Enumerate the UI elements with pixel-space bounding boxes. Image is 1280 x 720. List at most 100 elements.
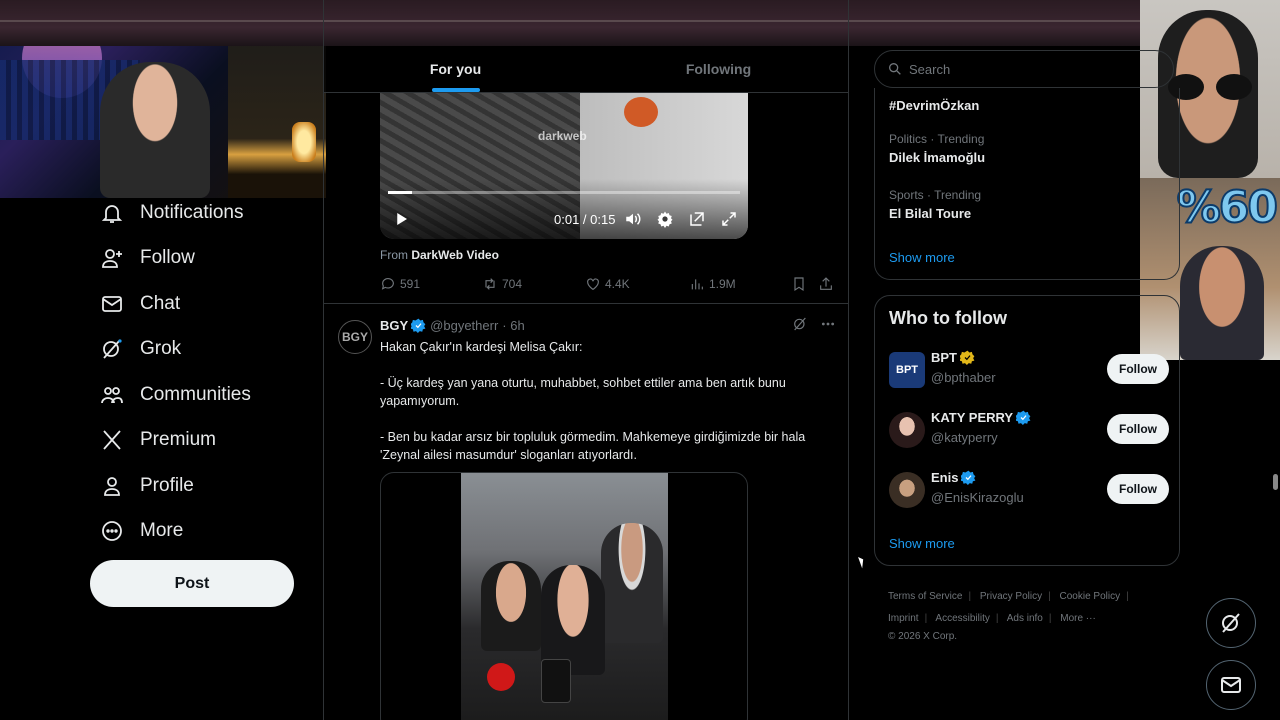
footer-link[interactable]: Ads info (1007, 613, 1043, 624)
footer-link[interactable]: Cookie Policy (1060, 591, 1121, 602)
follow-button[interactable]: Follow (1107, 414, 1169, 444)
tweet-author-handle[interactable]: @bgyetherr (430, 318, 498, 333)
account-handle: @EnisKirazoglu (931, 490, 1024, 505)
footer-link[interactable]: Imprint (888, 613, 919, 624)
person-add-icon (102, 249, 122, 269)
avatar[interactable]: BGY (338, 320, 372, 354)
share-button[interactable] (818, 276, 838, 292)
avatar[interactable]: BPT (889, 352, 925, 388)
tweet-author-name[interactable]: BGY (380, 318, 408, 333)
nav-item-communities[interactable]: Communities (90, 372, 310, 418)
tweet-header: BGY @bgyetherr · 6h (380, 318, 525, 333)
tweet-video[interactable]: darkweb 0:01 / 0:15 (380, 93, 748, 239)
photo-microphone (487, 663, 515, 691)
envelope-icon (102, 295, 122, 312)
nav-item-label: Premium (140, 429, 217, 451)
follow-button[interactable]: Follow (1107, 354, 1169, 384)
footer: Terms of Service | Privacy Policy | Cookie… (888, 586, 1188, 644)
bookmark-icon (794, 277, 804, 292)
trend-name: Dilek İmamoğlu (889, 150, 986, 165)
pip-button[interactable] (688, 209, 706, 229)
footer-link[interactable]: Accessibility (935, 613, 989, 624)
account-name[interactable]: KATY PERRY (931, 410, 1031, 425)
volume-button[interactable] (624, 209, 642, 229)
nav-item-label: More (140, 520, 184, 542)
video-source-link[interactable]: DarkWeb Video (411, 248, 499, 262)
mouse-cursor (858, 555, 866, 569)
settings-button[interactable] (656, 209, 674, 229)
tab-for-you[interactable]: For you (324, 46, 587, 92)
footer-row: Terms of Service | Privacy Policy | Cookie… (888, 591, 1129, 602)
footer-link[interactable]: Privacy Policy (980, 591, 1042, 602)
repost-button[interactable]: 704 (482, 276, 522, 292)
post-button[interactable]: Post (90, 560, 294, 607)
account-handle: @katyperry (931, 430, 998, 445)
timeline-tabs: For you Following (324, 46, 848, 93)
scrollbar-thumb[interactable] (1273, 474, 1278, 490)
tweet-header-icons (792, 316, 836, 332)
overlay-politician (1180, 246, 1264, 360)
tweet-photo[interactable] (380, 472, 748, 720)
video-progress-fill (388, 191, 412, 194)
play-icon (397, 213, 407, 225)
more-horizontal-icon[interactable] (820, 316, 836, 332)
play-button[interactable] (392, 209, 410, 229)
repost-count: 704 (502, 277, 523, 291)
account-name-text: BPT (931, 350, 957, 365)
avatar[interactable] (889, 412, 925, 448)
nav-item-follow[interactable]: Follow (90, 236, 310, 282)
search-box[interactable] (874, 50, 1174, 88)
trend-item[interactable]: #DevrimÖzkan (889, 94, 979, 113)
footer-link[interactable]: More ··· (1060, 613, 1096, 624)
like-button[interactable]: 4.4K (585, 276, 630, 292)
nav-item-notifications[interactable]: Notifications (90, 190, 310, 236)
fullscreen-button[interactable] (720, 209, 738, 229)
video-progress-bar[interactable] (388, 191, 740, 194)
verified-gold-badge-icon (960, 350, 975, 365)
grok-fab-button[interactable] (1206, 598, 1256, 648)
account-name-text: Enis (931, 470, 959, 485)
who-to-follow-panel: Who to follow BPT BPT @bpthaber Follow K… (874, 295, 1180, 566)
nav-item-profile[interactable]: Profile (90, 463, 310, 509)
follow-suggestion[interactable]: BPT BPT @bpthaber Follow (889, 348, 1169, 392)
follow-suggestion[interactable]: Enis @EnisKirazoglu Follow (889, 468, 1169, 512)
overlay-poll-text: %60 (1176, 181, 1279, 234)
trends-show-more-link[interactable]: Show more (889, 250, 955, 265)
grok-icon (1222, 613, 1240, 633)
who-to-follow-show-more-link[interactable]: Show more (889, 536, 955, 551)
trend-name: El Bilal Toure (889, 206, 972, 221)
reply-icon (381, 278, 394, 290)
nav-item-label: Follow (140, 247, 195, 269)
search-input[interactable] (909, 61, 1129, 77)
timeline[interactable]: For you Following darkweb 0:01 / 0:15 Fr… (323, 0, 849, 720)
person-icon (104, 476, 120, 496)
avatar[interactable] (889, 472, 925, 508)
views-icon (691, 279, 703, 290)
view-count: 1.9M (709, 277, 736, 291)
follow-suggestion[interactable]: KATY PERRY @katyperry Follow (889, 408, 1169, 452)
avatar-text: BPT (896, 364, 918, 376)
bookmark-button[interactable] (791, 276, 811, 292)
reply-button[interactable]: 591 (380, 276, 420, 292)
footer-link[interactable]: Terms of Service (888, 591, 962, 602)
gear-icon (657, 211, 673, 228)
trend-item[interactable]: Sports · Trending El Bilal Toure (889, 188, 981, 221)
account-name[interactable]: Enis (931, 470, 976, 485)
verified-badge-icon (411, 318, 426, 333)
nav-item-chat[interactable]: Chat (90, 281, 310, 327)
tab-following[interactable]: Following (587, 46, 848, 92)
video-watermark: darkweb (538, 129, 587, 143)
nav-item-more[interactable]: More (90, 509, 310, 555)
trend-item[interactable]: Politics · Trending Dilek İmamoğlu (889, 132, 985, 165)
tweet-time[interactable]: · 6h (502, 318, 524, 333)
messages-fab-button[interactable] (1206, 660, 1256, 710)
nav-item-premium[interactable]: Premium (90, 418, 310, 464)
account-name[interactable]: BPT (931, 350, 975, 365)
follow-button[interactable]: Follow (1107, 474, 1169, 504)
footer-copyright: © 2026 X Corp. (888, 631, 958, 642)
views-button[interactable]: 1.9M (689, 276, 736, 292)
nav-item-grok[interactable]: Grok (90, 327, 310, 373)
more-circle-icon (102, 521, 122, 542)
nav-item-label: Notifications (140, 201, 244, 223)
grok-icon[interactable] (792, 316, 808, 332)
